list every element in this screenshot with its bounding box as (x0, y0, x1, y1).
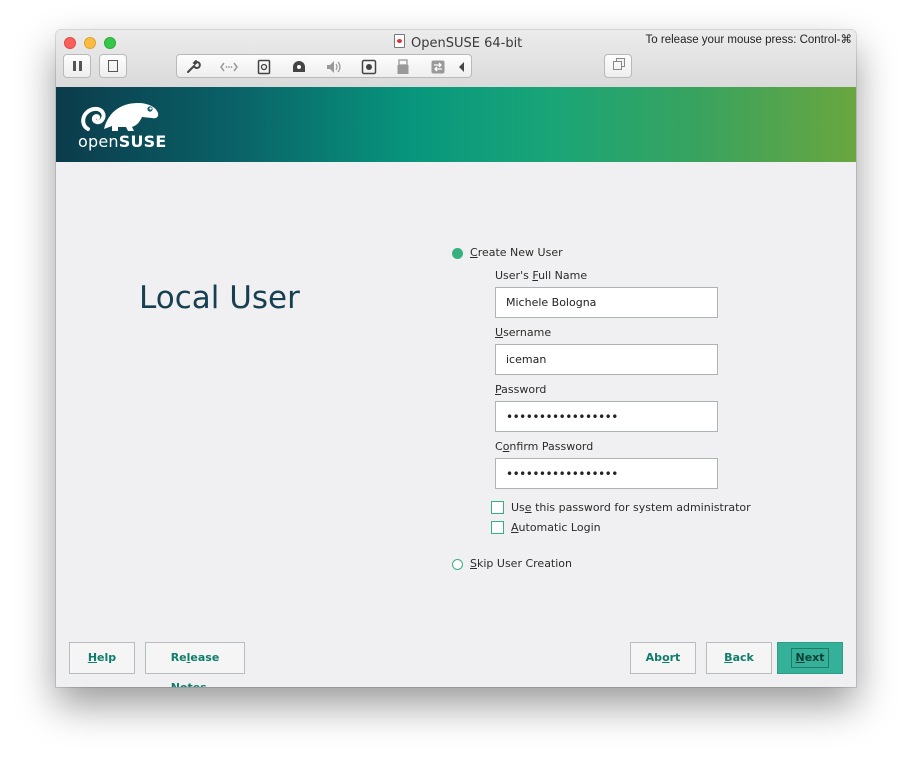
full-name-input[interactable] (495, 287, 718, 318)
sound-icon[interactable] (325, 59, 343, 75)
fullscreen-icon (613, 61, 622, 70)
opensuse-wordmark: openSUSE (78, 132, 167, 151)
password-input[interactable] (495, 401, 718, 432)
confirm-password-input[interactable] (495, 458, 718, 489)
automatic-login-checkbox[interactable] (491, 521, 504, 534)
release-notes-button[interactable]: Release Notes... (145, 642, 245, 687)
minimize-window-button[interactable] (84, 37, 96, 49)
devices-toolbar (176, 54, 472, 78)
disk-icon[interactable] (257, 59, 271, 75)
window-title-text: OpenSUSE 64-bit (411, 36, 523, 51)
vm-document-icon (394, 34, 405, 48)
pause-icon (73, 61, 76, 71)
title-bar: OpenSUSE 64-bit To release your mouse pr… (56, 30, 856, 88)
automatic-login-label[interactable]: Automatic Login (511, 521, 601, 534)
next-button-focus-ring: Next (791, 648, 829, 668)
share-icon[interactable] (430, 59, 446, 75)
skip-user-creation-label[interactable]: Skip User Creation (470, 557, 572, 570)
username-label: Username (495, 326, 552, 339)
vm-window: OpenSUSE 64-bit To release your mouse pr… (56, 30, 856, 687)
wordmark-suse: SUSE (118, 132, 167, 151)
username-input[interactable] (495, 344, 718, 375)
collapse-arrow-icon[interactable] (457, 60, 467, 74)
wordmark-open: open (78, 132, 119, 151)
help-button[interactable]: Help (69, 642, 135, 674)
use-password-for-admin-checkbox[interactable] (491, 501, 504, 514)
page-title: Local User (139, 280, 300, 316)
fullscreen-button[interactable] (604, 54, 632, 78)
next-button[interactable]: Next (777, 642, 843, 674)
mouse-release-hint: To release your mouse press: Control-⌘ (645, 34, 852, 46)
snapshot-button[interactable] (99, 54, 127, 78)
use-password-for-admin-label[interactable]: Use this password for system administrat… (511, 501, 751, 514)
network-icon[interactable] (220, 60, 238, 74)
create-new-user-label[interactable]: Create New User (470, 246, 563, 259)
opensuse-banner: openSUSE (56, 87, 856, 162)
camera-icon[interactable] (361, 59, 377, 75)
confirm-password-label: Confirm Password (495, 440, 594, 453)
password-label: Password (495, 383, 547, 396)
zoom-window-button[interactable] (104, 37, 116, 49)
opensuse-chameleon-logo (81, 103, 159, 131)
settings-wrench-icon[interactable] (185, 59, 201, 75)
create-new-user-radio[interactable] (452, 248, 463, 259)
optical-drive-icon[interactable] (291, 59, 307, 75)
abort-button[interactable]: Abort (630, 642, 696, 674)
full-name-label: User's Full Name (495, 269, 588, 282)
skip-user-creation-radio[interactable] (452, 559, 463, 570)
snapshot-icon (108, 60, 118, 72)
close-window-button[interactable] (64, 37, 76, 49)
back-button[interactable]: Back (706, 642, 772, 674)
window-title: OpenSUSE 64-bit (394, 34, 522, 52)
pause-button[interactable] (63, 54, 91, 78)
usb-icon[interactable] (396, 59, 410, 75)
